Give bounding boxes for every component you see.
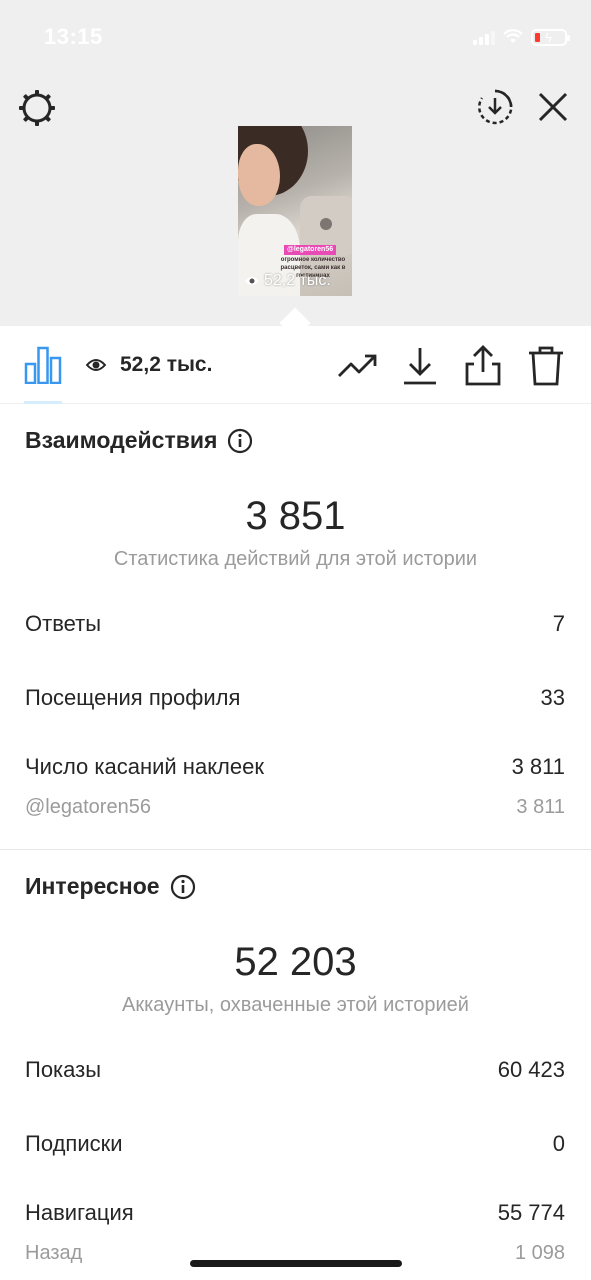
discovery-total: 52 203: [234, 940, 357, 984]
eye-icon: [86, 359, 106, 371]
discovery-heading: Интересное: [25, 873, 196, 900]
replies-value: 7: [552, 611, 565, 636]
close-icon[interactable]: [536, 90, 570, 124]
impressions-label: Показы: [25, 1057, 102, 1082]
profile-visits-label: Посещения профиля: [25, 685, 241, 710]
follows-label: Подписки: [25, 1131, 123, 1156]
back-value: 1 098: [514, 1242, 565, 1264]
signal-icon: [473, 29, 495, 45]
status-time: 13:15: [44, 24, 103, 49]
eye-icon: [245, 277, 259, 285]
battery-icon: ϟ: [531, 28, 570, 46]
share-icon[interactable]: [464, 344, 502, 386]
discovery-caption: Аккаунты, охваченные этой историей: [122, 994, 469, 1016]
views-count: 52,2 тыс.: [120, 353, 213, 376]
save-story-icon[interactable]: [476, 88, 514, 126]
navigation-label: Навигация: [25, 1200, 134, 1225]
navigation-value: 55 774: [497, 1200, 565, 1225]
bar-chart-icon[interactable]: [24, 346, 62, 384]
impressions-value: 60 423: [497, 1057, 565, 1082]
status-bar: 13:15 ϟ: [0, 0, 591, 74]
interactions-total: 3 851: [245, 494, 346, 538]
home-indicator[interactable]: [190, 1260, 402, 1267]
thumbnail-views: 52,2 тыс.: [244, 272, 331, 290]
info-icon[interactable]: [170, 874, 196, 900]
trend-up-icon[interactable]: [337, 348, 379, 384]
interactions-title: Взаимодействия: [25, 427, 218, 453]
sticker-taps-label: Число касаний наклеек: [25, 754, 264, 779]
status-icons: ϟ: [473, 26, 570, 48]
settings-gear-icon[interactable]: [17, 88, 57, 128]
profile-visits-value: 33: [540, 685, 565, 710]
interactions-caption: Статистика действий для этой истории: [113, 548, 478, 570]
insights-toolbar: 52,2 тыс.: [0, 326, 591, 404]
story-thumbnail[interactable]: @legatoren56 огромное количество расцвет…: [238, 126, 352, 296]
discovery-title: Интересное: [25, 873, 160, 899]
section-divider: [0, 849, 591, 850]
trash-icon[interactable]: [527, 344, 565, 386]
info-icon[interactable]: [227, 428, 253, 454]
follows-value: 0: [552, 1131, 565, 1156]
mention-sticker-value: 3 811: [516, 796, 565, 818]
replies-label: Ответы: [25, 611, 102, 636]
active-tab-indicator: [24, 401, 62, 404]
interactions-heading: Взаимодействия: [25, 427, 253, 454]
mention-sticker-label: @legatoren56: [25, 796, 151, 818]
mention-sticker: @legatoren56: [284, 245, 337, 255]
thumbnail-views-count: 52,2 тыс.: [264, 272, 331, 289]
wifi-icon: [503, 29, 523, 43]
sticker-taps-value: 3 811: [511, 754, 565, 779]
back-label: Назад: [25, 1242, 83, 1264]
story-preview-header: 13:15 ϟ @legatoren56 огромное количество…: [0, 0, 591, 326]
download-icon[interactable]: [402, 346, 438, 386]
